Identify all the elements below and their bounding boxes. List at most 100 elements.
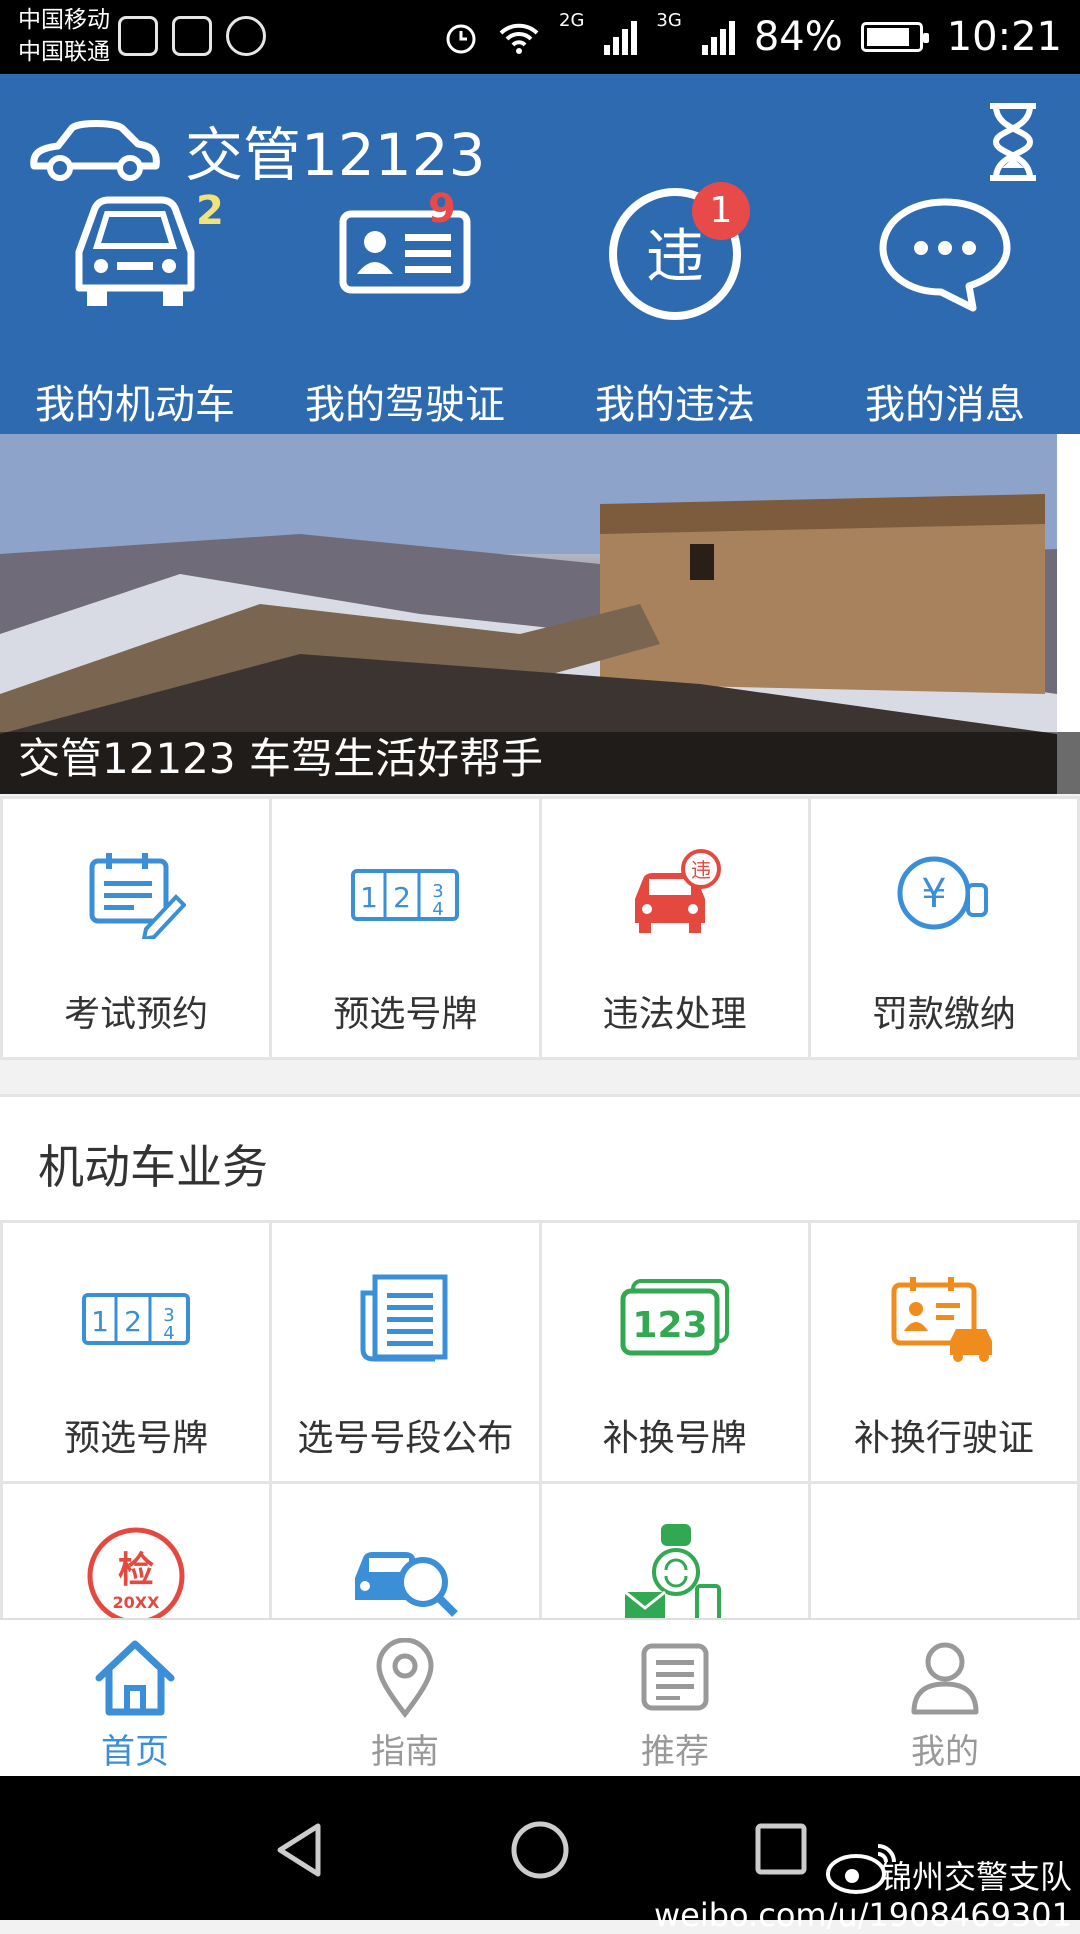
svg-text:¥: ¥ [921,871,946,917]
back-icon[interactable] [274,1822,324,1878]
svg-text:2: 2 [393,881,411,914]
alarm-icon [446,24,476,54]
hourglass-icon[interactable] [986,102,1040,182]
vehicle-services-grid: 1 2 3 4 预选号牌 选号号段公布 123 补换号牌 补换行驶证 检 20X… [0,1220,1080,1620]
tab-label-mine: 我的 [911,1732,979,1772]
system-indicators: 2G 3G 84% 10:21 [443,0,1062,74]
contact-exchange-icon [623,1524,721,1620]
service-label: 补换号牌 [602,1418,747,1459]
vehicle-contact-exchange[interactable] [541,1484,808,1620]
wechat-icon [172,16,212,56]
service-label: 补换行驶证 [853,1418,1034,1459]
tab-label-guide: 指南 [371,1732,439,1772]
service-label: 考试预约 [64,994,209,1035]
svg-text:1: 1 [91,1305,109,1338]
fine-payment-icon: ¥ [897,856,988,930]
battery-icon [860,22,929,52]
vehicle-car-search[interactable] [272,1484,539,1620]
svg-text:违: 违 [691,858,711,882]
signal-2-icon [701,21,735,55]
inspection-stamp-icon: 检 20XX [87,1527,185,1620]
service-label: 预选号牌 [64,1418,209,1459]
vehicle-plate-replace[interactable]: 123 补换号牌 [541,1223,808,1481]
app-notify-icon [226,16,266,56]
quick-my-messages[interactable]: 我的消息 [810,182,1080,434]
top-services-grid: 考试预约 1 2 3 4 预选号牌 违 违法处理 ¥ 罚款缴纳 [0,796,1080,1060]
weibo-watermark: 锦州交警支队 weibo.com/u/1908469301 [654,1858,1072,1934]
wifi-icon [499,23,539,54]
vehicle-plate-select[interactable]: 1 2 3 4 预选号牌 [3,1223,270,1481]
violation-badge: 1 [692,182,750,240]
service-exam-booking[interactable]: 考试预约 [3,799,270,1057]
bottom-tab-bar: 首页 指南 推荐 我的 [0,1618,1080,1776]
driving-permit-icon [891,1277,992,1362]
svg-text:违: 违 [646,222,704,290]
promo-banner[interactable]: 交管12123 车驾生活好帮手 [0,434,1057,794]
vehicle-section-header: 机动车业务 [0,1094,1080,1220]
tab-recommend[interactable]: 推荐 [540,1620,810,1776]
car-search-icon [355,1552,459,1617]
vehicle-permit-replace[interactable]: 补换行驶证 [810,1223,1077,1481]
service-label: 违法处理 [602,994,747,1035]
list-doc-icon [641,1643,709,1711]
banner-caption: 交管12123 车驾生活好帮手 [18,734,543,783]
stamp-text: 检 [118,1550,154,1591]
quick-label-vehicle: 我的机动车 [35,382,235,428]
notification-icons [118,16,266,56]
banner-next-caption-peek [1057,732,1080,794]
quick-label-messages: 我的消息 [865,382,1025,428]
svg-text:1: 1 [360,881,378,914]
car-icon [75,196,195,306]
tab-mine[interactable]: 我的 [810,1620,1080,1776]
stamp-year: 20XX [113,1593,161,1612]
service-label: 罚款缴纳 [871,994,1016,1035]
vehicle-count: 2 [196,188,224,234]
service-fine-payment[interactable]: ¥ 罚款缴纳 [810,799,1077,1057]
number-list-icon [360,1274,448,1362]
service-violation-handling[interactable]: 违 违法处理 [541,799,808,1057]
carrier-2: 中国联通 [18,39,110,65]
plate-select-icon: 1 2 3 4 [82,1293,191,1345]
quick-my-violation[interactable]: 违 1 我的违法 [540,182,810,434]
exam-calendar-icon [89,853,187,939]
watermark-name: 锦州交警支队 [879,1858,1072,1896]
svg-text:123: 123 [632,1305,707,1346]
sim-alert-icon [118,16,158,56]
quick-label-license: 我的驾驶证 [305,382,505,428]
signal-1-icon [604,21,638,55]
tab-label-recommend: 推荐 [641,1732,709,1772]
tab-home[interactable]: 首页 [0,1620,270,1776]
service-plate-select[interactable]: 1 2 3 4 预选号牌 [272,799,539,1057]
vehicle-number-range[interactable]: 选号号段公布 [272,1223,539,1481]
signal-2-type: 3G [656,10,682,31]
quick-my-vehicle[interactable]: 2 我的机动车 [0,182,270,434]
service-label: 选号号段公布 [297,1418,514,1459]
user-icon [911,1642,979,1715]
svg-text:2: 2 [124,1305,142,1338]
plate-123-icon: 123 [620,1279,729,1356]
status-bar: 中国移动 中国联通 2G 3G 84% 10:21 [0,0,1080,74]
home-icon [95,1640,175,1716]
clock: 10:21 [946,14,1062,60]
svg-text:4: 4 [163,1323,174,1344]
vehicle-inspection[interactable]: 检 20XX [3,1484,270,1620]
quick-my-license[interactable]: 9 我的驾驶证 [270,182,540,434]
system-navigation-bar: 锦州交警支队 weibo.com/u/1908469301 [0,1776,1080,1934]
section-title: 机动车业务 [38,1140,268,1194]
battery-percent: 84% [753,14,843,60]
plate-select-icon: 1 2 3 4 [351,869,460,921]
watermark-url: weibo.com/u/1908469301 [653,1896,1072,1934]
tab-label-home: 首页 [101,1732,169,1772]
signal-1-type: 2G [559,10,585,31]
tab-guide[interactable]: 指南 [270,1620,540,1776]
app-header: 交管12123 2 我的机动车 9 我的驾驶证 违 1 我的违法 我的消息 [0,74,1080,434]
app-title: 交管12123 [185,121,486,189]
message-bubble-icon [879,198,1011,312]
quick-access-row: 2 我的机动车 9 我的驾驶证 违 1 我的违法 我的消息 [0,182,1080,434]
car-logo-icon [30,120,160,181]
home-circle-icon[interactable] [510,1820,570,1880]
carrier-1: 中国移动 [18,7,110,33]
service-label: 预选号牌 [333,994,478,1035]
license-count: 9 [428,186,456,232]
svg-text:4: 4 [433,899,444,920]
